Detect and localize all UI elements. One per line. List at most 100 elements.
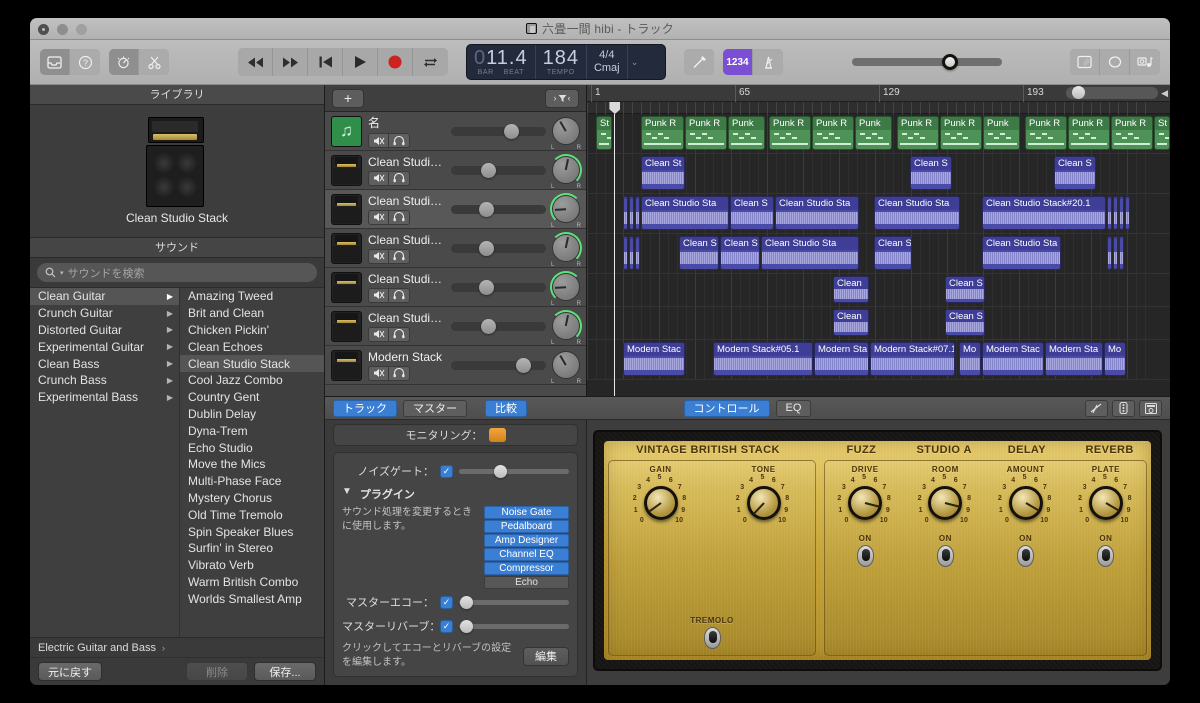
- track-pan-knob[interactable]: LR: [552, 234, 580, 262]
- amp-toggle-switch[interactable]: [704, 627, 721, 649]
- amp-toggle-switch[interactable]: [1017, 545, 1034, 567]
- save-button[interactable]: 保存...: [254, 662, 316, 681]
- amp-knob-dial[interactable]: [848, 486, 882, 520]
- timeline-region[interactable]: Punk: [728, 116, 765, 150]
- timeline-region[interactable]: [1119, 236, 1124, 270]
- amp-knob[interactable]: 012345678910: [914, 476, 976, 532]
- track-header[interactable]: Clean Studio StackLR: [325, 307, 586, 346]
- track-name[interactable]: 名: [368, 114, 445, 131]
- timeline-region[interactable]: Punk R: [897, 116, 939, 150]
- library-patch-item[interactable]: Amazing Tweed: [180, 288, 324, 305]
- record-button[interactable]: [378, 48, 413, 76]
- timeline-region[interactable]: Punk R: [1025, 116, 1067, 150]
- track-volume-knob[interactable]: [479, 202, 494, 217]
- master-volume-knob[interactable]: [942, 54, 958, 70]
- track-name[interactable]: Clean Studio Stack: [368, 272, 445, 286]
- zoom-slider-knob[interactable]: [1072, 86, 1085, 99]
- amp-knob[interactable]: 012345678910: [1075, 476, 1137, 532]
- timeline-region[interactable]: Clean: [833, 276, 869, 303]
- track-volume-knob[interactable]: [481, 319, 496, 334]
- timeline-lanes[interactable]: StPunk RPunk RPunkPunk RPunk RPunkPunk R…: [587, 114, 1170, 396]
- amp-knob-dial[interactable]: [1009, 486, 1043, 520]
- timeline-region[interactable]: Modern Stack#07.1: [870, 342, 955, 376]
- lcd-signature-segment[interactable]: 4/4 Cmaj: [587, 45, 628, 79]
- timeline-region[interactable]: [1119, 196, 1124, 230]
- media-browser-button[interactable]: [1130, 49, 1160, 75]
- search-field[interactable]: ▾ サウンドを検索: [37, 263, 317, 282]
- zoom-slider[interactable]: [1066, 87, 1158, 99]
- track-header[interactable]: Clean Studio StackLR: [325, 268, 586, 307]
- timeline-region[interactable]: Clean St: [641, 156, 685, 190]
- lcd-display[interactable]: 011.4 BAR BEAT 184 TEMPO 4/4 Cmaj ⌄: [466, 44, 666, 80]
- timeline-region[interactable]: Punk R: [940, 116, 982, 150]
- chevron-down-icon[interactable]: ▾: [60, 269, 64, 277]
- library-patch-item[interactable]: Country Gent: [180, 389, 324, 406]
- mute-icon[interactable]: [368, 133, 389, 148]
- timeline-lane[interactable]: Clean StClean SClean S: [587, 154, 1170, 194]
- track-volume-knob[interactable]: [481, 163, 496, 178]
- amp-knob[interactable]: 012345678910: [733, 476, 795, 532]
- library-category-column[interactable]: Clean Guitar▶Crunch Guitar▶Distorted Gui…: [30, 288, 180, 637]
- library-patch-item[interactable]: Cool Jazz Combo: [180, 372, 324, 389]
- cycle-button[interactable]: [413, 48, 448, 76]
- timeline-lane[interactable]: CleanClean S: [587, 307, 1170, 340]
- smart-controls-icon[interactable]: [1085, 400, 1108, 417]
- track-filter-icon[interactable]: › ‹: [545, 89, 579, 108]
- timeline-lane[interactable]: StPunk RPunk RPunkPunk RPunk RPunkPunk R…: [587, 114, 1170, 154]
- noise-gate-checkbox[interactable]: ✓: [440, 465, 453, 478]
- library-patch-item[interactable]: Vibrato Verb: [180, 557, 324, 574]
- plugin-slot[interactable]: Amp Designer: [484, 534, 569, 547]
- track-volume-knob[interactable]: [479, 241, 494, 256]
- library-patch-item[interactable]: Old Time Tremolo: [180, 506, 324, 523]
- timeline-region[interactable]: Clean: [833, 309, 869, 336]
- headphone-icon[interactable]: [389, 288, 410, 303]
- master-volume-slider[interactable]: [852, 58, 1002, 66]
- timeline-region[interactable]: Clean Studio Sta: [761, 236, 859, 270]
- timeline-region[interactable]: Clean S: [874, 236, 912, 270]
- master-echo-slider-knob[interactable]: [460, 596, 473, 609]
- track-volume-slider[interactable]: [451, 166, 546, 175]
- mute-icon[interactable]: [368, 210, 389, 225]
- track-volume-slider[interactable]: [451, 127, 546, 136]
- rewind-button[interactable]: [238, 48, 273, 76]
- plugin-slot[interactable]: Pedalboard: [484, 520, 569, 533]
- timeline-region[interactable]: [635, 196, 640, 230]
- arpeggiator-icon[interactable]: [1112, 400, 1135, 417]
- timeline-region[interactable]: Clean Studio Sta: [982, 236, 1061, 270]
- mute-icon[interactable]: [368, 171, 389, 186]
- timeline-region[interactable]: [1113, 196, 1118, 230]
- baton-icon-button[interactable]: [684, 49, 714, 75]
- library-patch-item[interactable]: Move the Mics: [180, 456, 324, 473]
- library-category-item[interactable]: Experimental Guitar▶: [30, 338, 179, 355]
- library-patch-item[interactable]: Brit and Clean: [180, 305, 324, 322]
- library-patch-item[interactable]: Dyna-Trem: [180, 422, 324, 439]
- scissors-button[interactable]: [139, 49, 169, 75]
- mute-icon[interactable]: [368, 327, 389, 342]
- noise-gate-slider[interactable]: [459, 469, 569, 474]
- master-reverb-checkbox[interactable]: ✓: [440, 620, 453, 633]
- timeline-region[interactable]: Clean S: [945, 276, 985, 303]
- master-reverb-slider-knob[interactable]: [460, 620, 473, 633]
- timeline-region[interactable]: Punk R: [1111, 116, 1153, 150]
- timeline-region[interactable]: Modern Stac: [623, 342, 685, 376]
- timeline-region[interactable]: St: [1154, 116, 1170, 150]
- library-patch-item[interactable]: Echo Studio: [180, 439, 324, 456]
- library-patch-item[interactable]: Surfin' in Stereo: [180, 540, 324, 557]
- amp-knob[interactable]: 012345678910: [834, 476, 896, 532]
- track-header[interactable]: Modern StackLR: [325, 346, 586, 385]
- amp-knob-dial[interactable]: [928, 486, 962, 520]
- track-volume-knob[interactable]: [504, 124, 519, 139]
- notes-button[interactable]: [1070, 49, 1100, 75]
- library-category-item[interactable]: Experimental Bass▶: [30, 389, 179, 406]
- headphone-icon[interactable]: [389, 249, 410, 264]
- track-header[interactable]: Clean Studio StackLR: [325, 190, 586, 229]
- library-category-item[interactable]: Distorted Guitar▶: [30, 322, 179, 339]
- timeline-ruler[interactable]: ◀ 165129193: [587, 85, 1170, 102]
- fast-forward-button[interactable]: [273, 48, 308, 76]
- edit-button[interactable]: 編集: [523, 647, 569, 666]
- loop-browser-button[interactable]: [1100, 49, 1130, 75]
- track-volume-slider[interactable]: [451, 205, 546, 214]
- track-pan-knob[interactable]: LR: [552, 312, 580, 340]
- timeline-region[interactable]: Clean Studio Stack#20.1: [982, 196, 1106, 230]
- timeline-region[interactable]: Punk R: [769, 116, 811, 150]
